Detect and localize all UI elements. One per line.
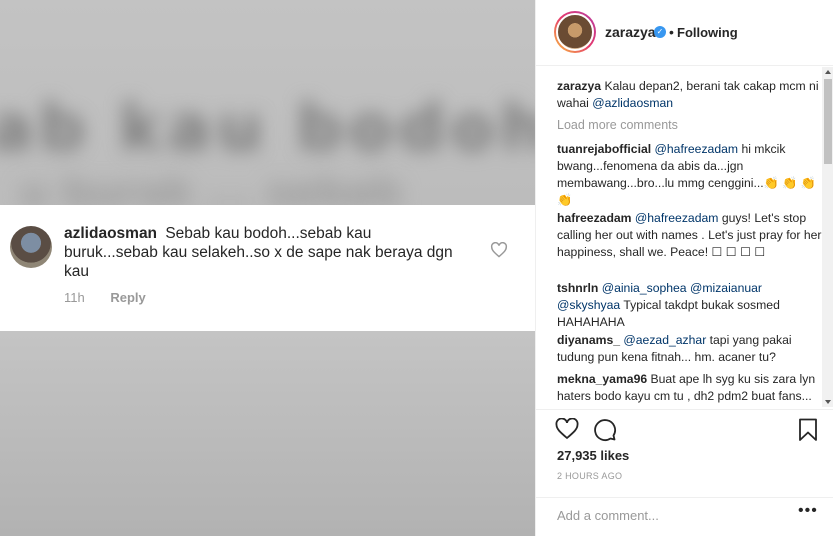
comments-scrollbar[interactable] xyxy=(822,67,833,407)
comment-mention[interactable]: @aezad_azhar xyxy=(623,333,706,347)
comment-text-block: azlidaosman Sebab kau bodoh...sebab kau … xyxy=(64,224,464,281)
reply-link: Reply xyxy=(110,290,146,305)
post-side-panel: zarazya ✓ • Following zarazya Kalau depa… xyxy=(535,0,833,536)
comment-username[interactable]: hafreezadam xyxy=(557,211,632,225)
verified-badge-icon: ✓ xyxy=(654,26,666,38)
post-media: ab kau bodoh...seb u burak ... sebab azl… xyxy=(0,0,535,536)
comment-time: 11h xyxy=(64,290,85,305)
post-header: zarazya ✓ • Following xyxy=(536,0,833,66)
comment-item: mekna_yama96 Buat ape lh syg ku sis zara… xyxy=(557,371,822,405)
comment-bubble-icon[interactable] xyxy=(593,418,617,442)
bookmark-icon[interactable] xyxy=(798,418,818,442)
screenshot-comment-card: azlidaosman Sebab kau bodoh...sebab kau … xyxy=(0,205,535,331)
comment-username[interactable]: tshnrln xyxy=(557,281,598,295)
comment-username[interactable]: tuanrejabofficial xyxy=(557,142,651,156)
caption-mention[interactable]: @azlidaosman xyxy=(592,96,673,110)
comment-mention[interactable]: @hafreezadam xyxy=(655,142,739,156)
comment-item: tuanrejabofficial @hafreezadam hi mkcik … xyxy=(557,141,822,209)
caption: zarazya Kalau depan2, berani tak cakap m… xyxy=(557,78,822,112)
profile-username[interactable]: zarazya xyxy=(605,24,656,40)
comment-mention[interactable]: @hafreezadam xyxy=(635,211,719,225)
comment-username: azlidaosman xyxy=(64,225,158,242)
add-comment-bar: Add a comment... ••• xyxy=(536,497,833,536)
more-options-icon[interactable]: ••• xyxy=(798,502,818,520)
heart-icon xyxy=(490,242,508,258)
media-blurred-bottom xyxy=(0,331,535,536)
comment-username[interactable]: mekna_yama96 xyxy=(557,372,647,386)
comments-list: zarazya Kalau depan2, berani tak cakap m… xyxy=(536,66,833,409)
like-heart-icon[interactable] xyxy=(555,418,579,440)
profile-avatar[interactable] xyxy=(554,11,596,53)
comment-item: hafreezadam @hafreezadam guys! Let's sto… xyxy=(557,210,822,261)
blurred-text-line1: ab kau bodoh...seb xyxy=(0,92,535,166)
following-button[interactable]: Following xyxy=(677,25,738,40)
avatar-image xyxy=(556,13,594,51)
comment-item: diyanams_ @aezad_azhar tapi yang pakai t… xyxy=(557,332,822,366)
scrollbar-thumb[interactable] xyxy=(824,79,832,164)
load-more-comments-button[interactable]: Load more comments xyxy=(557,118,678,132)
avatar xyxy=(10,226,52,268)
add-comment-input[interactable]: Add a comment... xyxy=(557,508,659,523)
post-timestamp[interactable]: 2 HOURS AGO xyxy=(557,471,622,481)
comment-meta: 11h Reply xyxy=(64,290,168,305)
comment-username[interactable]: diyanams_ xyxy=(557,333,620,347)
comment-item: tshnrln @ainia_sophea @mizaianuar @skysh… xyxy=(557,280,822,331)
post-actions: 27,935 likes 2 HOURS AGO xyxy=(536,409,833,499)
likes-count[interactable]: 27,935 likes xyxy=(557,448,629,463)
scroll-up-arrow-icon[interactable] xyxy=(825,70,831,74)
caption-username[interactable]: zarazya xyxy=(557,79,601,93)
separator-dot: • xyxy=(669,24,674,40)
scroll-down-arrow-icon[interactable] xyxy=(825,400,831,404)
media-blurred-top: ab kau bodoh...seb u burak ... sebab xyxy=(0,0,535,216)
